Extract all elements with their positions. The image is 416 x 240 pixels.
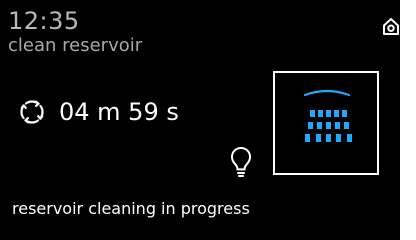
timer-remaining: 04 m 59 s — [59, 98, 179, 126]
reservoir-clean-button[interactable] — [273, 71, 379, 175]
right-margin — [400, 0, 416, 240]
bulb-icon[interactable] — [228, 145, 254, 179]
spray-icon — [287, 87, 367, 157]
clock-time: 12:35 — [8, 7, 80, 35]
cycle-icon — [18, 98, 46, 126]
home-icon[interactable] — [380, 15, 400, 37]
status-message: reservoir cleaning in progress — [12, 199, 250, 218]
appliance-screen: 12:35 clean reservoir 04 m 59 s reservoi… — [0, 0, 400, 240]
program-name: clean reservoir — [8, 35, 143, 56]
timer-row: 04 m 59 s — [18, 95, 179, 129]
